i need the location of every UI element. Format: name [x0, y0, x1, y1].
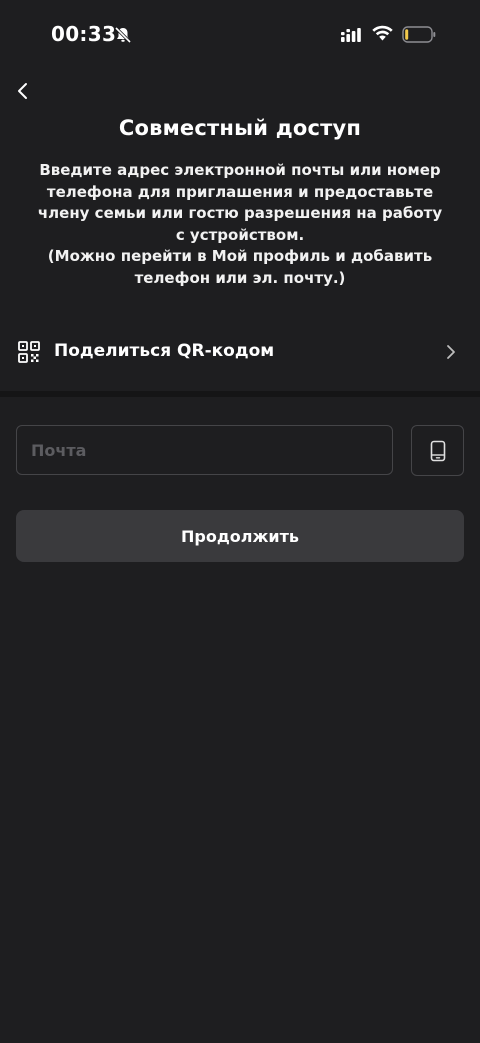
page-title: Совместный доступ — [118, 116, 362, 140]
description-line: (Можно перейти в Мой профиль и добавить — [47, 247, 433, 265]
share-qr-row[interactable]: Поделиться QR-кодом — [0, 330, 480, 390]
cellular-signal-icon — [341, 28, 361, 42]
description-line: члену семьи или гостю разрешения на рабо… — [37, 204, 443, 222]
description-line: Введите адрес электронной почты или номе… — [39, 161, 441, 179]
wifi-icon — [372, 25, 393, 41]
bell-slash-icon — [114, 26, 132, 44]
description-line: с устройством. — [175, 225, 305, 244]
description-line: телефона для приглашения и предоставьте — [46, 182, 434, 201]
email-field[interactable] — [16, 425, 393, 475]
description-line: телефон или эл. почту.) — [134, 268, 346, 287]
status-time: 00:33 — [51, 22, 117, 46]
share-qr-label: Поделиться QR-кодом — [54, 341, 275, 361]
section-divider — [0, 391, 480, 397]
continue-button[interactable]: Продолжить — [16, 510, 464, 562]
switch-to-phone-button[interactable] — [411, 425, 464, 476]
status-bar: 00:33 — [0, 0, 480, 70]
back-button[interactable] — [10, 78, 36, 104]
chevron-right-icon — [447, 345, 455, 359]
chevron-left-icon — [18, 83, 27, 99]
page-description: Введите адрес электронной почты или номе… — [30, 160, 450, 289]
battery-low-icon — [402, 26, 436, 43]
phone-icon — [430, 440, 445, 461]
qr-code-icon — [18, 341, 40, 363]
